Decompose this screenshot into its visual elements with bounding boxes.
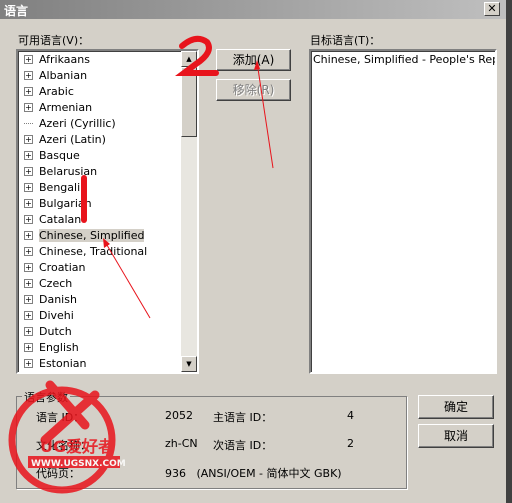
- language-item[interactable]: + Chinese, Traditional: [24, 244, 147, 260]
- language-item[interactable]: + Afrikaans: [24, 52, 90, 68]
- language-item[interactable]: + Divehi: [24, 308, 74, 324]
- lang-id-label: 语言 ID：: [36, 411, 85, 424]
- culture-label: 文化名称：: [36, 439, 91, 452]
- language-item-label: Chinese, Simplified: [39, 229, 145, 242]
- language-item-label: Dutch: [39, 325, 72, 338]
- ok-button[interactable]: 确定: [418, 395, 494, 419]
- language-item-label: Albanian: [39, 69, 88, 82]
- remove-button[interactable]: 移除(R): [216, 79, 291, 101]
- language-item[interactable]: Azeri (Cyrillic): [24, 116, 116, 132]
- language-item[interactable]: + Croatian: [24, 260, 86, 276]
- expand-icon[interactable]: +: [24, 295, 33, 304]
- expand-icon[interactable]: +: [24, 247, 33, 256]
- expand-icon[interactable]: +: [24, 103, 33, 112]
- language-item-label: Azeri (Latin): [39, 133, 106, 146]
- language-item[interactable]: + Dutch: [24, 324, 72, 340]
- language-item-label: Czech: [39, 277, 73, 290]
- scroll-thumb[interactable]: [181, 67, 197, 137]
- language-item[interactable]: + Belarusian: [24, 164, 97, 180]
- language-item[interactable]: + Albanian: [24, 68, 87, 84]
- language-item[interactable]: + Bengali: [24, 180, 80, 196]
- expand-icon[interactable]: +: [24, 343, 33, 352]
- expand-icon[interactable]: +: [24, 327, 33, 336]
- expand-icon[interactable]: +: [24, 199, 33, 208]
- cancel-button[interactable]: 取消: [418, 424, 494, 448]
- expand-icon[interactable]: +: [24, 71, 33, 80]
- expand-icon[interactable]: +: [24, 135, 33, 144]
- language-item[interactable]: + Danish: [24, 292, 77, 308]
- language-item-label: Afrikaans: [39, 53, 90, 66]
- expand-icon[interactable]: +: [24, 231, 33, 240]
- lang-id-value: 2052: [165, 409, 193, 422]
- codepage-value: 936 (ANSI/OEM - 简体中文 GBK): [165, 467, 342, 480]
- language-item-label: Azeri (Cyrillic): [39, 117, 116, 130]
- language-item[interactable]: + Estonian: [24, 356, 86, 372]
- close-button[interactable]: ✕: [484, 2, 500, 16]
- language-item-label: Basque: [39, 149, 80, 162]
- primary-id-label: 主语言 ID：: [213, 411, 273, 424]
- target-languages-label: 目标语言(T)：: [310, 34, 381, 47]
- language-item-label: Arabic: [39, 85, 74, 98]
- sub-id-label: 次语言 ID：: [213, 439, 273, 452]
- language-item-label: Bulgarian: [39, 197, 92, 210]
- target-item[interactable]: Chinese, Simplified - People's Republic: [313, 52, 495, 68]
- expand-icon[interactable]: +: [24, 167, 33, 176]
- available-languages-label: 可用语言(V)：: [18, 34, 90, 47]
- language-item-label: English: [39, 341, 79, 354]
- target-languages-list[interactable]: Chinese, Simplified - People's Republic: [309, 49, 497, 374]
- group-title: 语言参数: [22, 389, 70, 405]
- language-item[interactable]: + Catalan: [24, 212, 81, 228]
- language-item[interactable]: + Armenian: [24, 100, 92, 116]
- language-item-label: Bengali: [39, 181, 81, 194]
- expand-icon[interactable]: +: [24, 279, 33, 288]
- language-item-label: Belarusian: [39, 165, 98, 178]
- language-item-label: Danish: [39, 293, 77, 306]
- expand-icon[interactable]: +: [24, 263, 33, 272]
- language-item-label: Croatian: [39, 261, 86, 274]
- language-item[interactable]: + Basque: [24, 148, 80, 164]
- window-edge: [506, 0, 512, 503]
- expand-icon[interactable]: +: [24, 311, 33, 320]
- expand-icon[interactable]: +: [24, 55, 33, 64]
- available-languages-list[interactable]: ▲ ▼ + Afrikaans + Albanian + Arabic + Armenian A…: [16, 49, 199, 374]
- expand-icon[interactable]: +: [24, 151, 33, 160]
- language-item-label: Divehi: [39, 309, 74, 322]
- expand-icon[interactable]: +: [24, 183, 33, 192]
- scroll-up-button[interactable]: ▲: [181, 51, 197, 67]
- language-item[interactable]: + English: [24, 340, 79, 356]
- expand-icon[interactable]: +: [24, 359, 33, 368]
- window-title: 语言: [4, 4, 29, 18]
- primary-id-value: 4: [347, 409, 354, 422]
- language-item-label: Armenian: [39, 101, 93, 114]
- language-item[interactable]: + Chinese, Simplified: [24, 228, 145, 244]
- language-item-label: Estonian: [39, 357, 87, 370]
- expand-icon[interactable]: +: [24, 215, 33, 224]
- language-item[interactable]: + Azeri (Latin): [24, 132, 106, 148]
- add-button[interactable]: 添加(A): [216, 49, 291, 71]
- language-item[interactable]: + Bulgarian: [24, 196, 92, 212]
- language-item-label: Catalan: [39, 213, 82, 226]
- tree-line-icon: [24, 123, 33, 124]
- language-item[interactable]: + Czech: [24, 276, 72, 292]
- codepage-label: 代码页：: [36, 467, 80, 480]
- expand-icon[interactable]: +: [24, 87, 33, 96]
- sub-id-value: 2: [347, 437, 354, 450]
- scroll-down-button[interactable]: ▼: [181, 356, 197, 372]
- scrollbar[interactable]: ▲ ▼: [181, 51, 197, 372]
- culture-value: zh-CN: [165, 437, 198, 450]
- language-item-label: Chinese, Traditional: [39, 245, 148, 258]
- arrow-to-add: [256, 61, 274, 169]
- language-item[interactable]: + Arabic: [24, 84, 74, 100]
- title-bar: 语言 ✕: [0, 0, 512, 19]
